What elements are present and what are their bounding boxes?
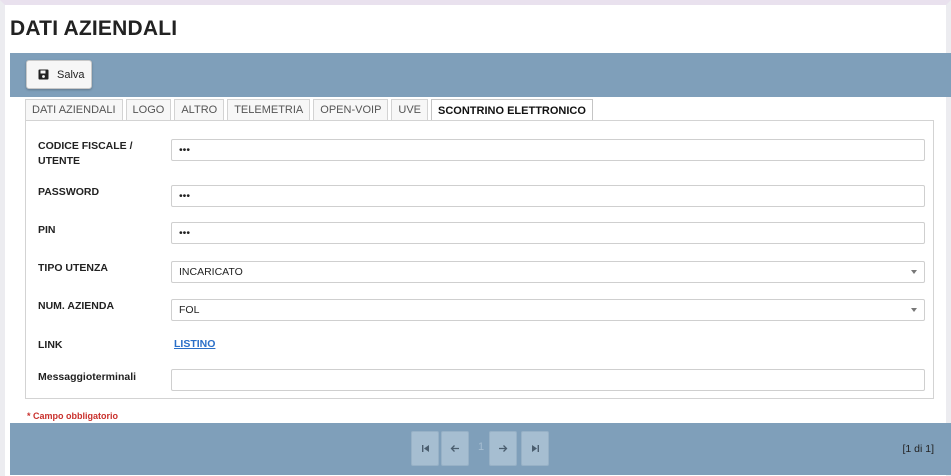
last-page-button[interactable] <box>521 431 549 466</box>
page-title: DATI AZIENDALI <box>10 17 178 40</box>
chevron-down-icon <box>911 270 917 274</box>
tab-uve[interactable]: UVE <box>391 99 429 120</box>
page-info: [1 di 1] <box>902 443 934 455</box>
tab-scontrino-elettronico[interactable]: SCONTRINO ELETTRONICO <box>431 99 593 121</box>
num-azienda-value: FOL <box>179 304 200 316</box>
listino-link[interactable]: LISTINO <box>174 338 215 350</box>
first-page-button[interactable] <box>411 431 439 466</box>
num-azienda-select[interactable]: FOL <box>171 299 925 321</box>
codice-fiscale-input[interactable]: ••• <box>171 139 925 161</box>
tab-bar: DATI AZIENDALI LOGO ALTRO TELEMETRIA OPE… <box>25 99 596 121</box>
arrow-right-icon <box>499 445 508 452</box>
tab-telemetria[interactable]: TELEMETRIA <box>227 99 311 120</box>
link-label: LINK <box>38 339 63 351</box>
pin-label: PIN <box>38 224 56 236</box>
tab-open-voip[interactable]: OPEN-VOIP <box>313 99 389 120</box>
current-page-number[interactable]: 1 <box>478 441 484 453</box>
save-button-label: Salva <box>57 68 85 81</box>
last-page-icon <box>531 445 539 452</box>
codice-fiscale-label-line2: UTENTE <box>38 155 80 167</box>
codice-fiscale-label: CODICE FISCALE / UTENTE <box>38 139 133 169</box>
toolbar: Salva <box>10 53 951 97</box>
messaggio-terminali-label: Messaggioterminali <box>38 371 137 383</box>
arrow-left-icon <box>450 445 459 452</box>
num-azienda-label: NUM. AZIENDA <box>38 300 115 312</box>
codice-fiscale-value: ••• <box>179 144 191 156</box>
tab-altro[interactable]: ALTRO <box>174 99 225 120</box>
password-input[interactable]: ••• <box>171 185 925 207</box>
window-frame: DATI AZIENDALI Salva DATI AZIENDALI LOGO… <box>0 0 951 476</box>
tipo-utenza-value: INCARICATO <box>179 266 243 278</box>
tab-logo[interactable]: LOGO <box>125 99 172 120</box>
pagination-bar: 1 [1 di 1] <box>10 423 951 475</box>
password-label: PASSWORD <box>38 186 100 198</box>
password-value: ••• <box>179 190 191 202</box>
previous-page-button[interactable] <box>441 431 469 466</box>
tipo-utenza-select[interactable]: INCARICATO <box>171 261 925 283</box>
messaggio-terminali-input[interactable] <box>171 369 925 391</box>
tipo-utenza-label: TIPO UTENZA <box>38 262 108 274</box>
first-page-icon <box>421 445 429 452</box>
required-field-note: * Campo obbligatorio <box>27 411 118 421</box>
pin-input[interactable]: ••• <box>171 222 925 244</box>
save-button[interactable]: Salva <box>26 60 92 89</box>
next-page-button[interactable] <box>489 431 517 466</box>
codice-fiscale-label-line1: CODICE FISCALE / <box>38 140 133 152</box>
floppy-disk-icon <box>38 69 49 80</box>
form-panel: CODICE FISCALE / UTENTE ••• PASSWORD •••… <box>25 120 934 399</box>
tab-dati-aziendali[interactable]: DATI AZIENDALI <box>25 99 123 120</box>
pin-value: ••• <box>179 227 191 239</box>
chevron-down-icon <box>911 308 917 312</box>
